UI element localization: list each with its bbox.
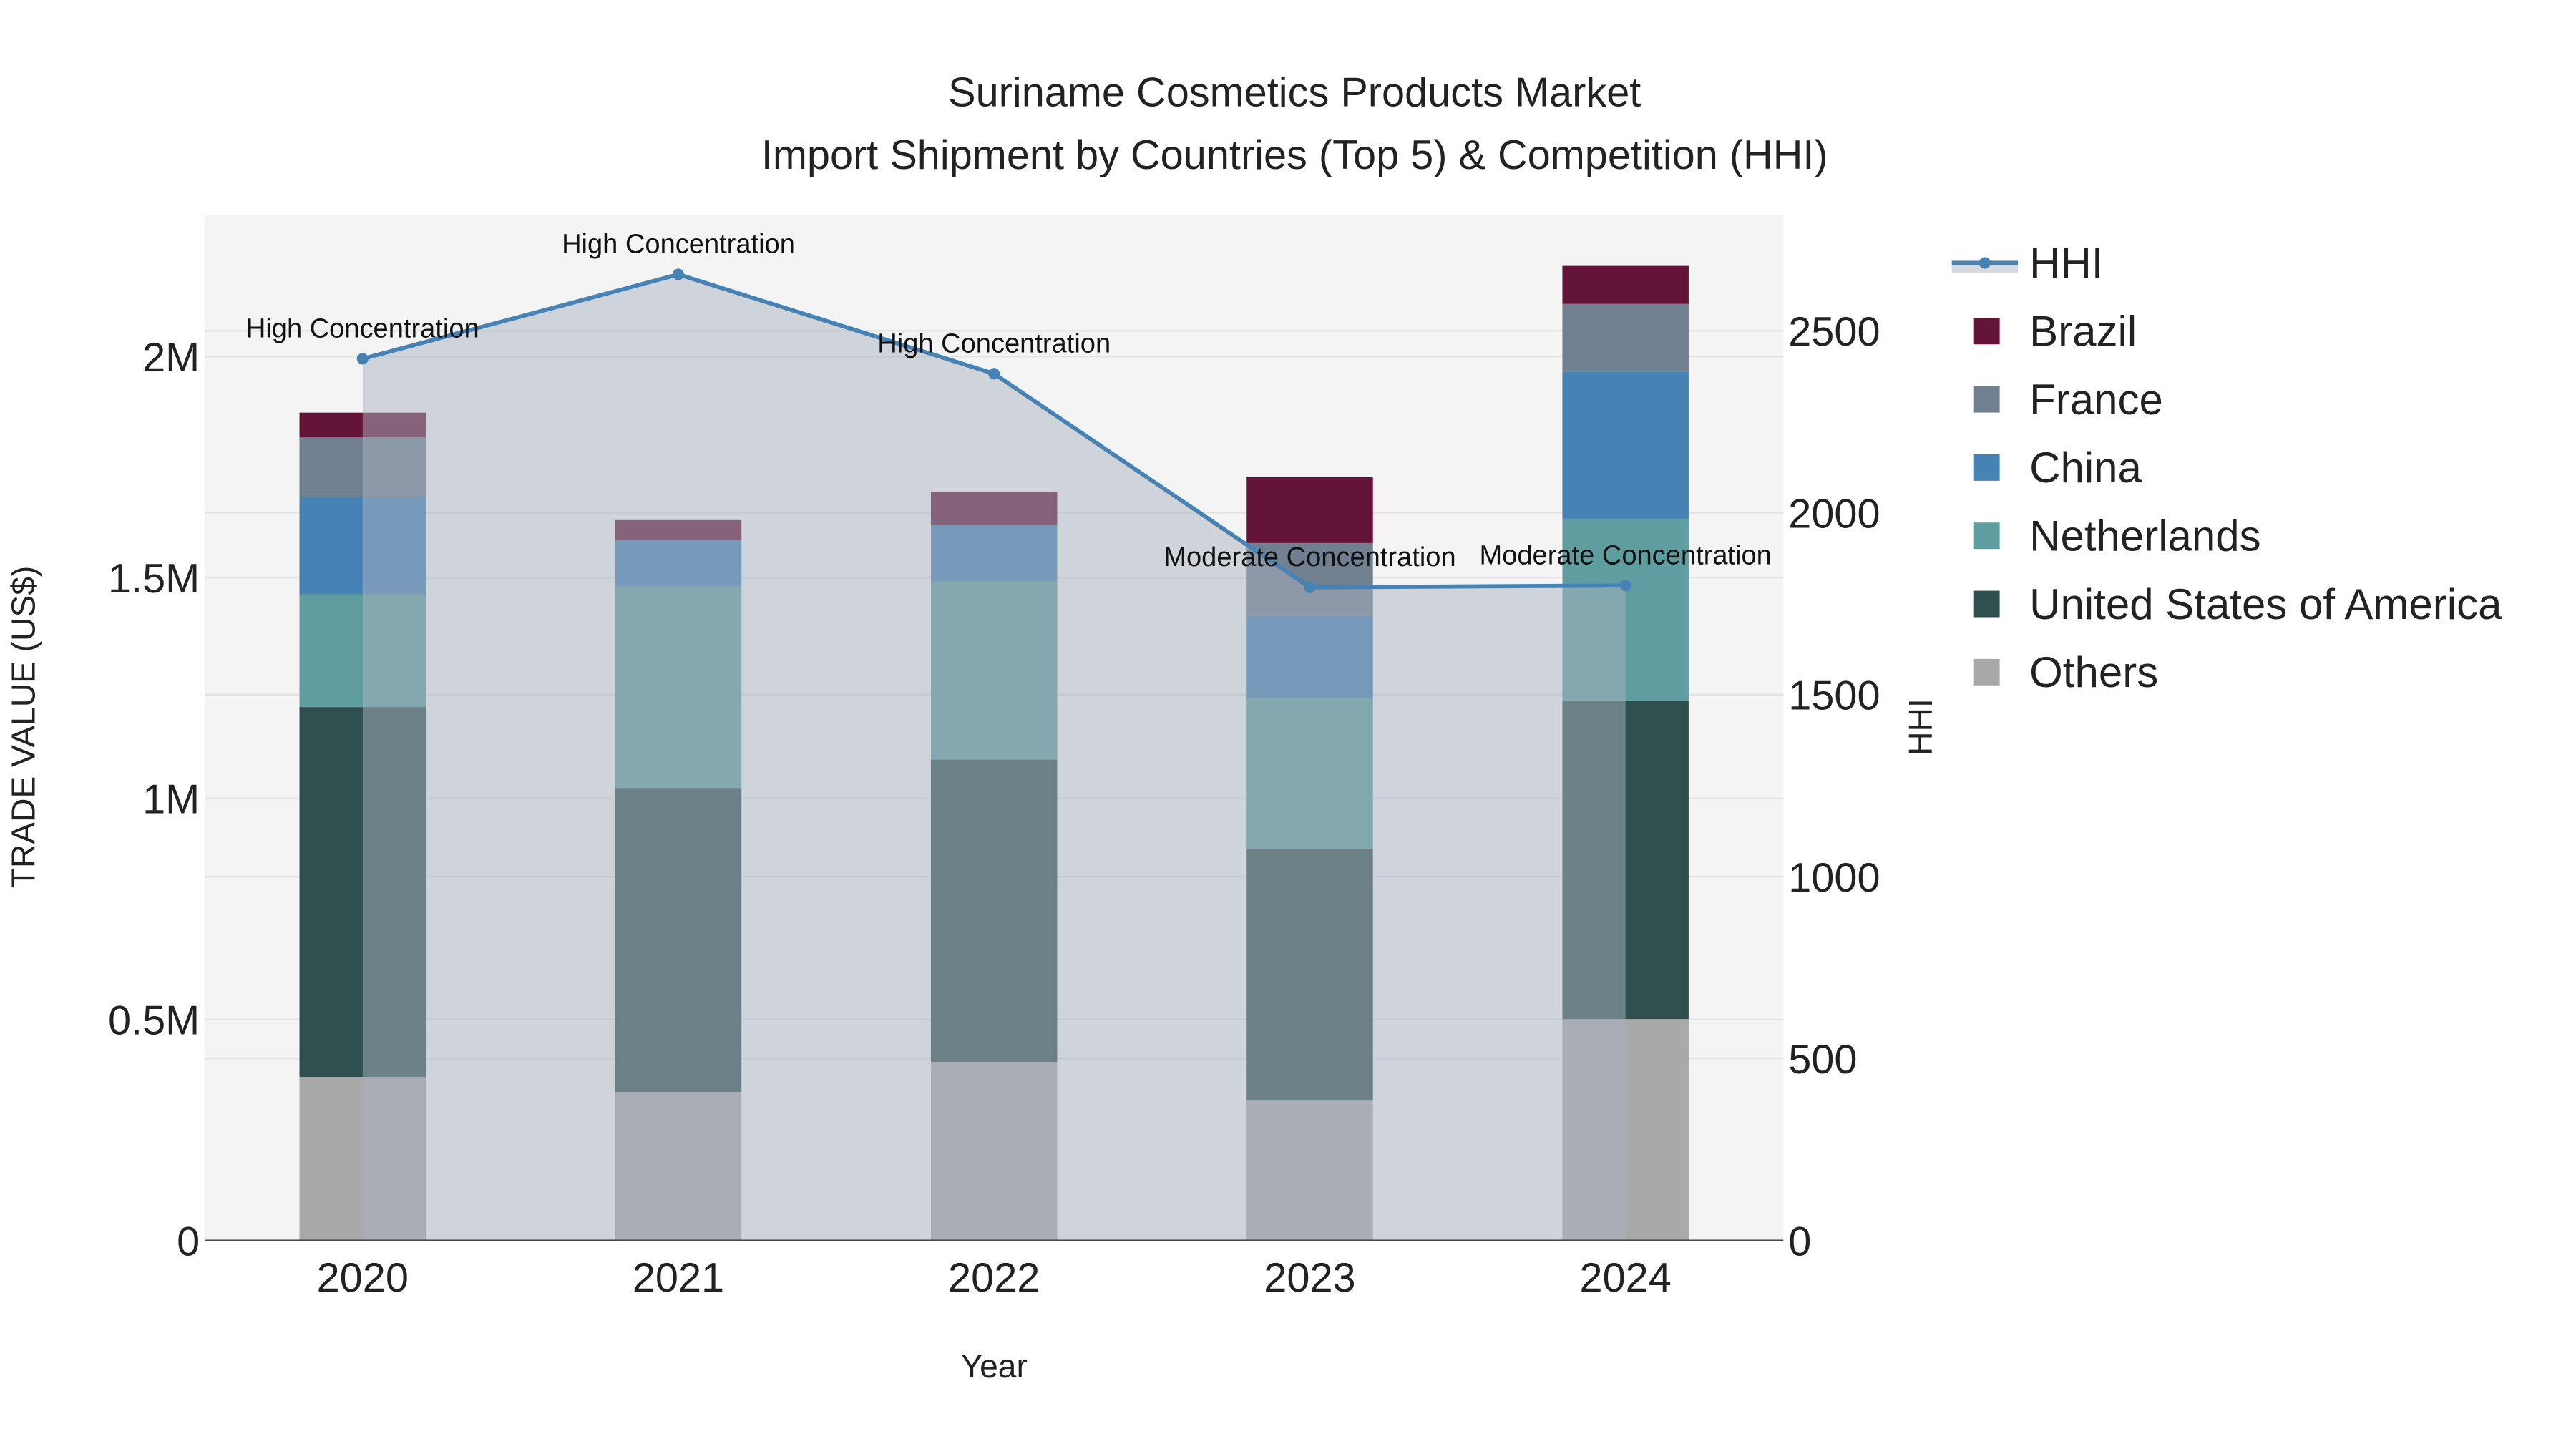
legend-swatch <box>1973 522 2000 550</box>
y2-tick-label: 0 <box>1788 1219 1811 1264</box>
y2-tick-label: 500 <box>1788 1037 1857 1083</box>
hhi-point-2023[interactable] <box>1304 581 1316 593</box>
hhi-annotation: High Concentration <box>562 229 795 259</box>
bar-brazil-2024[interactable] <box>1562 265 1689 304</box>
legend-item-netherlands[interactable]: Netherlands <box>1973 512 2261 560</box>
bar-brazil-2023[interactable] <box>1246 477 1373 543</box>
y2-tick-label: 2500 <box>1788 309 1880 355</box>
legend-swatch <box>1973 318 2000 345</box>
x-tick-label: 2024 <box>1580 1255 1672 1301</box>
chart-subtitle: Import Shipment by Countries (Top 5) & C… <box>761 132 1828 178</box>
legend-label: France <box>2029 376 2163 424</box>
hhi-annotation: High Concentration <box>877 328 1111 358</box>
hhi-point-2024[interactable] <box>1619 580 1631 592</box>
legend-swatch <box>1973 658 2000 686</box>
legend: HHI Brazil France China Netherlands United St… <box>1951 239 2502 696</box>
x-tick-label: 2022 <box>948 1255 1040 1301</box>
hhi-point-2021[interactable] <box>672 268 685 280</box>
hhi-point-2022[interactable] <box>988 368 1000 380</box>
y-tick-label: 1M <box>142 777 200 823</box>
legend-label: United States of America <box>2029 580 2502 628</box>
hhi-annotation: Moderate Concentration <box>1480 540 1772 570</box>
chart: High Concentration High Concentration High… <box>4 69 2502 1385</box>
hhi-point-2020[interactable] <box>356 353 369 365</box>
legend-swatch <box>1973 454 2000 481</box>
y2-axis-title: HHI <box>1902 698 1939 755</box>
bar-china-2024[interactable] <box>1562 371 1689 519</box>
bar-france-2024[interactable] <box>1562 303 1689 372</box>
y-tick-label: 1.5M <box>108 556 200 602</box>
legend-label: Brazil <box>2029 308 2137 356</box>
legend-label: HHI <box>2029 239 2103 287</box>
x-tick-label: 2020 <box>317 1255 409 1301</box>
y-axis-title: TRADE VALUE (US$) <box>4 566 42 888</box>
legend-swatch <box>1973 386 2000 413</box>
legend-swatch <box>1973 590 2000 618</box>
legend-item-france[interactable]: France <box>1973 376 2163 424</box>
x-axis-title: Year <box>961 1347 1028 1385</box>
chart-title: Suriname Cosmetics Products Market <box>948 69 1641 115</box>
y2-tick-label: 1500 <box>1788 673 1880 719</box>
hhi-annotation: High Concentration <box>246 313 479 343</box>
legend-label: Others <box>2029 648 2158 696</box>
x-tick-label: 2023 <box>1264 1255 1355 1301</box>
legend-item-others[interactable]: Others <box>1973 648 2159 696</box>
legend-label: China <box>2029 444 2142 492</box>
y-tick-label: 0.5M <box>108 998 200 1044</box>
x-tick-label: 2021 <box>633 1255 724 1301</box>
legend-item-hhi[interactable]: HHI <box>1951 239 2104 287</box>
y-tick-label: 2M <box>142 335 200 381</box>
legend-item-brazil[interactable]: Brazil <box>1973 308 2137 356</box>
y2-tick-label: 2000 <box>1788 491 1880 537</box>
legend-item-china[interactable]: China <box>1973 444 2142 492</box>
legend-item-united-states-of-america[interactable]: United States of America <box>1973 580 2502 628</box>
y-tick-label: 0 <box>177 1219 200 1264</box>
hhi-annotation: Moderate Concentration <box>1163 542 1455 572</box>
legend-marker <box>1979 257 1991 269</box>
y2-tick-label: 1000 <box>1788 855 1880 901</box>
legend-label: Netherlands <box>2029 512 2261 560</box>
